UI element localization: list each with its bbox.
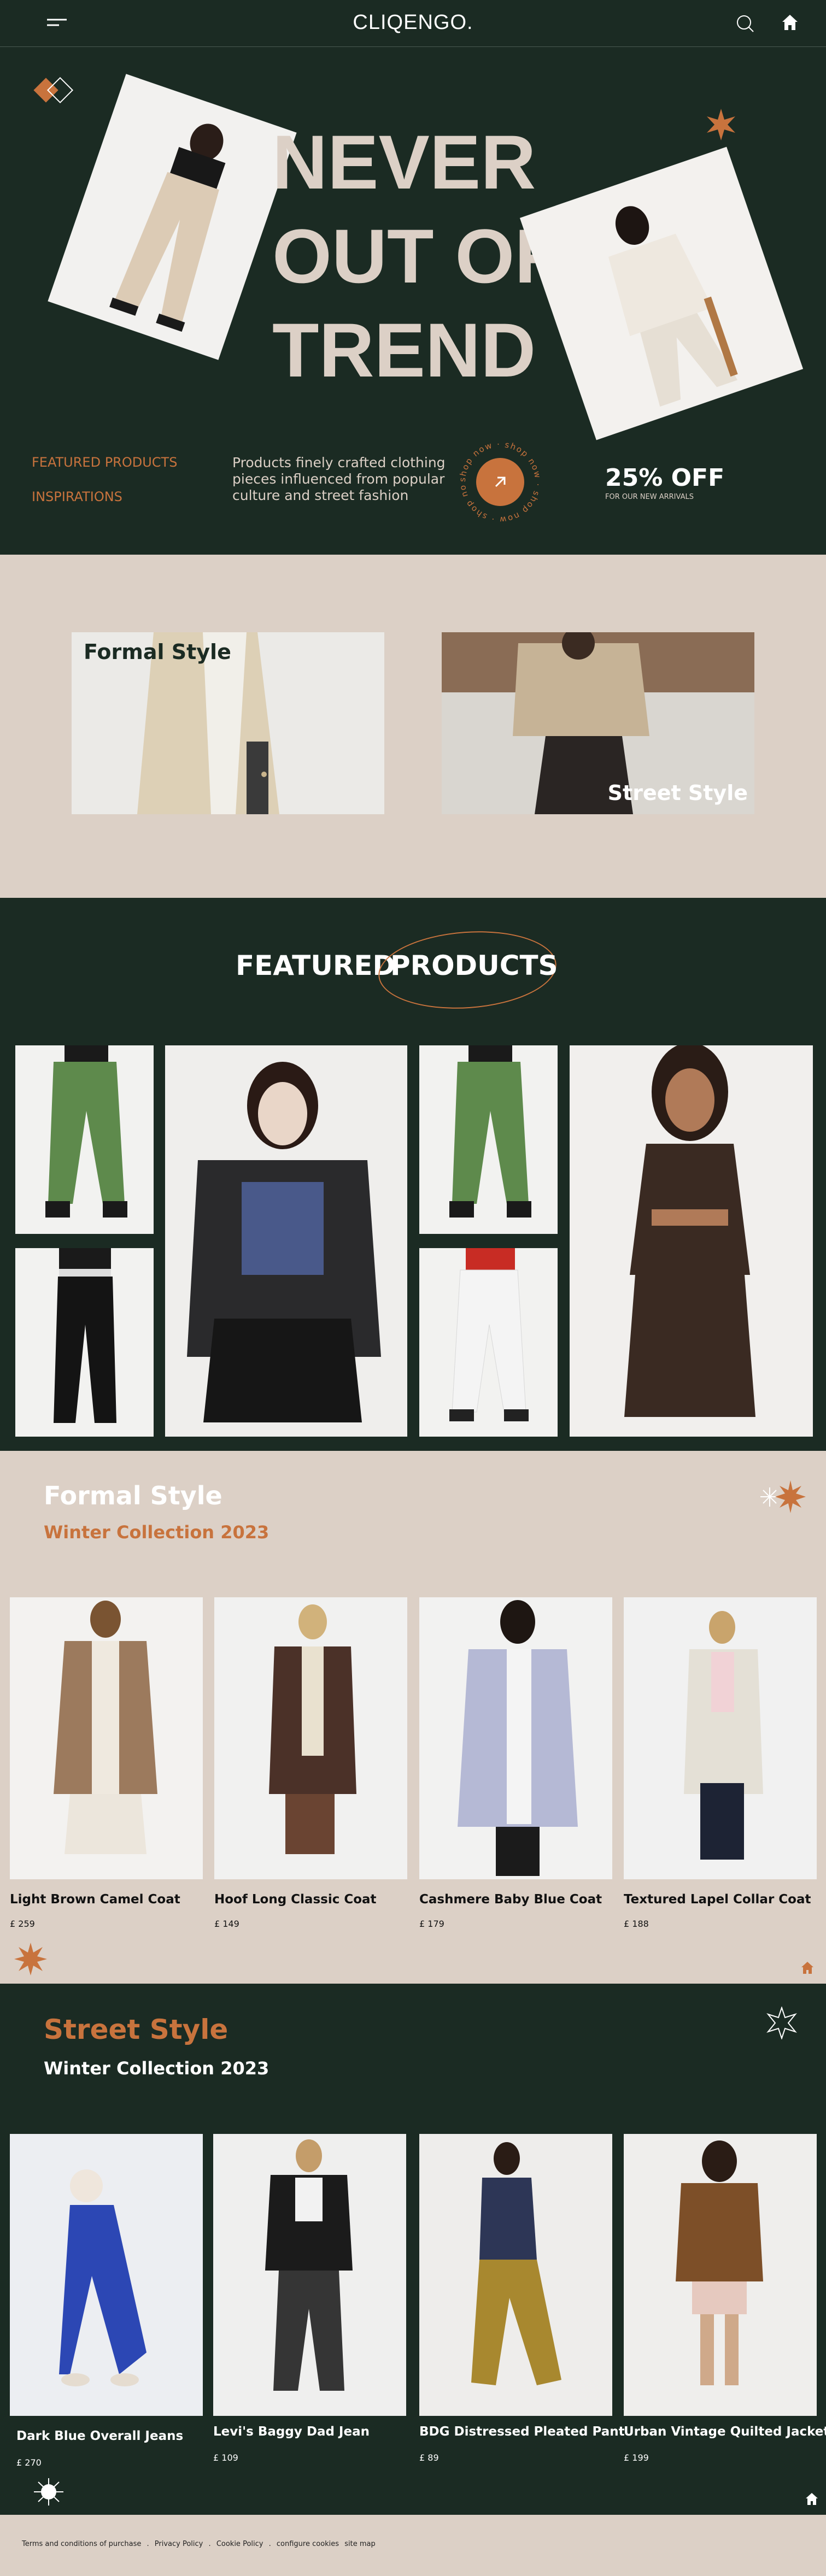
terms-link[interactable]: Terms and conditions of purchase <box>22 2540 141 2548</box>
starburst-decoration-icon <box>753 1474 808 1518</box>
street-product-image-4[interactable] <box>624 2134 817 2416</box>
privacy-policy-link[interactable]: Privacy Policy <box>155 2540 203 2548</box>
featured-product-white-cargo[interactable] <box>419 1248 558 1437</box>
site-map-link[interactable]: site map <box>344 2540 376 2548</box>
formal-product-name-1[interactable]: Light Brown Camel Coat <box>10 1892 180 1907</box>
featured-title-word-1: FEATURED <box>236 950 395 981</box>
street-product-price-2: £ 109 <box>213 2453 238 2463</box>
hero-headline-line-3: TREND <box>272 307 536 393</box>
street-product-name-3[interactable]: BDG Distressed Pleated Pant <box>419 2425 625 2439</box>
formal-product-image-3[interactable] <box>419 1597 612 1879</box>
brand-logo[interactable]: CLIQENGO. <box>0 11 826 34</box>
configure-cookies-link[interactable]: configure cookies <box>277 2540 339 2548</box>
street-style-card[interactable]: Street Style <box>442 632 754 814</box>
hero-description-line-2: pieces influenced from popular <box>232 471 445 487</box>
footer-separator: . <box>268 2540 271 2548</box>
inspirations-link[interactable]: INSPIRATIONS <box>32 489 122 504</box>
featured-product-brown-dress[interactable] <box>570 1045 813 1437</box>
street-product-name-4[interactable]: Urban Vintage Quilted Jacket <box>624 2425 826 2439</box>
featured-product-black-pants[interactable] <box>15 1248 154 1437</box>
cookie-policy-link[interactable]: Cookie Policy <box>216 2540 263 2548</box>
featured-product-green-cargo-2[interactable] <box>419 1045 558 1234</box>
formal-section-subtitle: Winter Collection 2023 <box>44 1522 270 1543</box>
formal-product-price-4: £ 188 <box>624 1919 649 1929</box>
formal-product-name-3[interactable]: Cashmere Baby Blue Coat <box>419 1892 602 1907</box>
featured-product-graphic-sweatshirt[interactable] <box>165 1045 407 1437</box>
burst-decoration-icon <box>28 2475 69 2508</box>
street-product-name-2[interactable]: Levi's Baggy Dad Jean <box>213 2425 370 2439</box>
hero-model-photo-right <box>519 146 804 440</box>
street-product-price-4: £ 199 <box>624 2453 649 2463</box>
footer-separator: . <box>147 2540 149 2548</box>
footer-separator: . <box>208 2540 211 2548</box>
street-style-section: Street Style Winter Collection 2023 Dark… <box>0 1984 826 2515</box>
outline-star-icon <box>765 2007 798 2039</box>
formal-section-title: Formal Style <box>44 1481 222 1510</box>
featured-products-link[interactable]: FEATURED PRODUCTS <box>32 455 177 470</box>
formal-product-name-2[interactable]: Hoof Long Classic Coat <box>214 1892 377 1907</box>
street-section-title: Street Style <box>44 2014 229 2045</box>
formal-style-card[interactable]: Formal Style <box>72 632 384 814</box>
formal-product-image-2[interactable] <box>214 1597 407 1879</box>
street-product-image-2[interactable] <box>213 2134 406 2416</box>
street-product-price-3: £ 89 <box>419 2453 439 2463</box>
star-decoration-icon <box>705 109 737 140</box>
hero-headline-line-2: OUT OF <box>272 213 561 299</box>
hero-description-line-3: culture and street fashion <box>232 487 409 503</box>
street-section-subtitle: Winter Collection 2023 <box>44 2058 270 2079</box>
arrow-up-right-icon <box>493 474 508 490</box>
offer-subtitle: FOR OUR NEW ARRIVALS <box>605 493 694 501</box>
featured-title-word-2: PRODUCTS <box>390 950 558 981</box>
hero-section: NEVER OUT OF TREND FEATURED PRODUCTS INS… <box>0 48 826 555</box>
formal-product-price-2: £ 149 <box>214 1919 239 1929</box>
featured-product-green-cargo-1[interactable] <box>15 1045 154 1234</box>
street-product-image-1[interactable] <box>10 2134 203 2416</box>
street-product-price-1: £ 270 <box>16 2457 42 2468</box>
footer: Terms and conditions of purchase . Priva… <box>0 2515 826 2576</box>
street-product-image-3[interactable] <box>419 2134 612 2416</box>
search-icon[interactable] <box>736 14 754 33</box>
home-icon[interactable] <box>781 13 799 32</box>
home-icon-street[interactable] <box>805 2492 819 2506</box>
formal-product-image-1[interactable] <box>10 1597 203 1879</box>
featured-products-section: FEATURED PRODUCTS <box>0 898 826 1451</box>
formal-product-price-1: £ 259 <box>10 1919 35 1929</box>
street-product-name-1[interactable]: Dark Blue Overall Jeans <box>16 2429 183 2443</box>
hero-description-line-1: Products finely crafted clothing <box>232 455 446 470</box>
style-categories-section: Formal Style Street Style <box>0 555 826 898</box>
offer-title: 25% OFF <box>605 464 725 492</box>
top-header: CLIQENGO. <box>0 0 826 47</box>
hero-headline-line-1: NEVER <box>272 119 536 205</box>
street-style-label: Street Style <box>607 781 748 805</box>
formal-product-name-4[interactable]: Textured Lapel Collar Coat <box>624 1892 811 1907</box>
formal-style-label: Formal Style <box>84 640 231 664</box>
hero-model-photo-left <box>48 74 297 360</box>
shop-now-button[interactable]: shop now · shop now · shop now · shop no… <box>455 433 542 525</box>
diamond-decoration-icon <box>32 72 81 107</box>
formal-product-image-4[interactable] <box>624 1597 817 1879</box>
formal-product-price-3: £ 179 <box>419 1919 444 1929</box>
home-icon-formal[interactable] <box>800 1961 815 1975</box>
formal-style-section: Formal Style Winter Collection 2023 Ligh… <box>0 1451 826 1984</box>
footer-links: Terms and conditions of purchase . Priva… <box>22 2540 376 2548</box>
sun-decoration-icon <box>14 1943 47 1975</box>
